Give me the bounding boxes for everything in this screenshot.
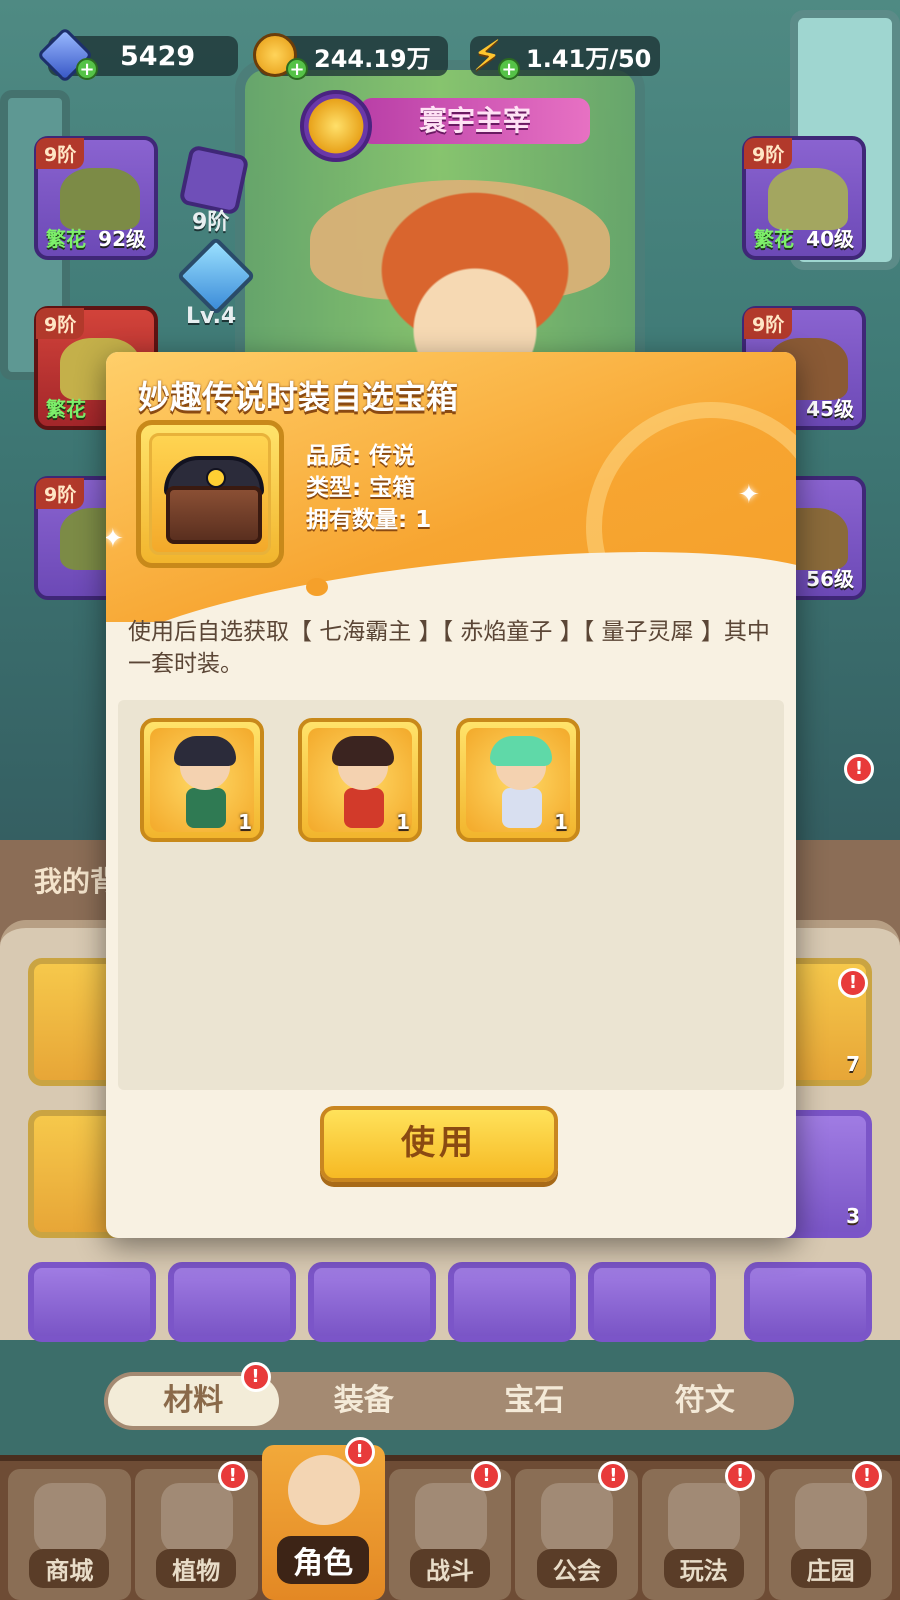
chest-item-frame xyxy=(136,420,284,568)
reward-option-2[interactable]: 1 xyxy=(298,718,422,842)
reward-option-1[interactable]: 1 xyxy=(140,718,264,842)
item-quality: 品质: 传说 xyxy=(306,443,416,469)
costume-body xyxy=(344,788,384,828)
sparkle-icon: ✦ xyxy=(738,480,760,510)
item-description: 使用后自选获取【 七海霸主 】【 赤焰童子 】【 量子灵犀 】其中一套时装。 xyxy=(128,619,770,677)
character-hair xyxy=(332,736,394,766)
item-type: 类型: 宝箱 xyxy=(306,475,416,501)
costume-body xyxy=(502,788,542,828)
character-hair xyxy=(490,736,552,766)
reward-count: 1 xyxy=(238,810,252,834)
use-button[interactable]: 使用 xyxy=(320,1106,558,1182)
chest-detail-modal: ✦ ✦ 妙趣传说时装自选宝箱 品质: 传说 类型: 宝箱 拥有数量: 1 使用后… xyxy=(106,352,796,1238)
chest-item-inner xyxy=(149,433,271,555)
item-info: 品质: 传说 类型: 宝箱 拥有数量: 1 xyxy=(306,440,431,536)
reward-option-3[interactable]: 1 xyxy=(456,718,580,842)
item-owned: 拥有数量: 1 xyxy=(306,507,432,533)
reward-grid: 1 1 1 xyxy=(118,700,784,1090)
costume-body xyxy=(186,788,226,828)
treasure-chest-icon xyxy=(166,468,262,544)
modal-title: 妙趣传说时装自选宝箱 xyxy=(138,378,459,416)
sparkle-icon: ✦ xyxy=(106,524,124,554)
reward-count: 1 xyxy=(554,810,568,834)
dot-decoration xyxy=(306,578,328,596)
skull-icon xyxy=(206,468,226,488)
pirate-hat-icon xyxy=(174,736,236,766)
reward-count: 1 xyxy=(396,810,410,834)
